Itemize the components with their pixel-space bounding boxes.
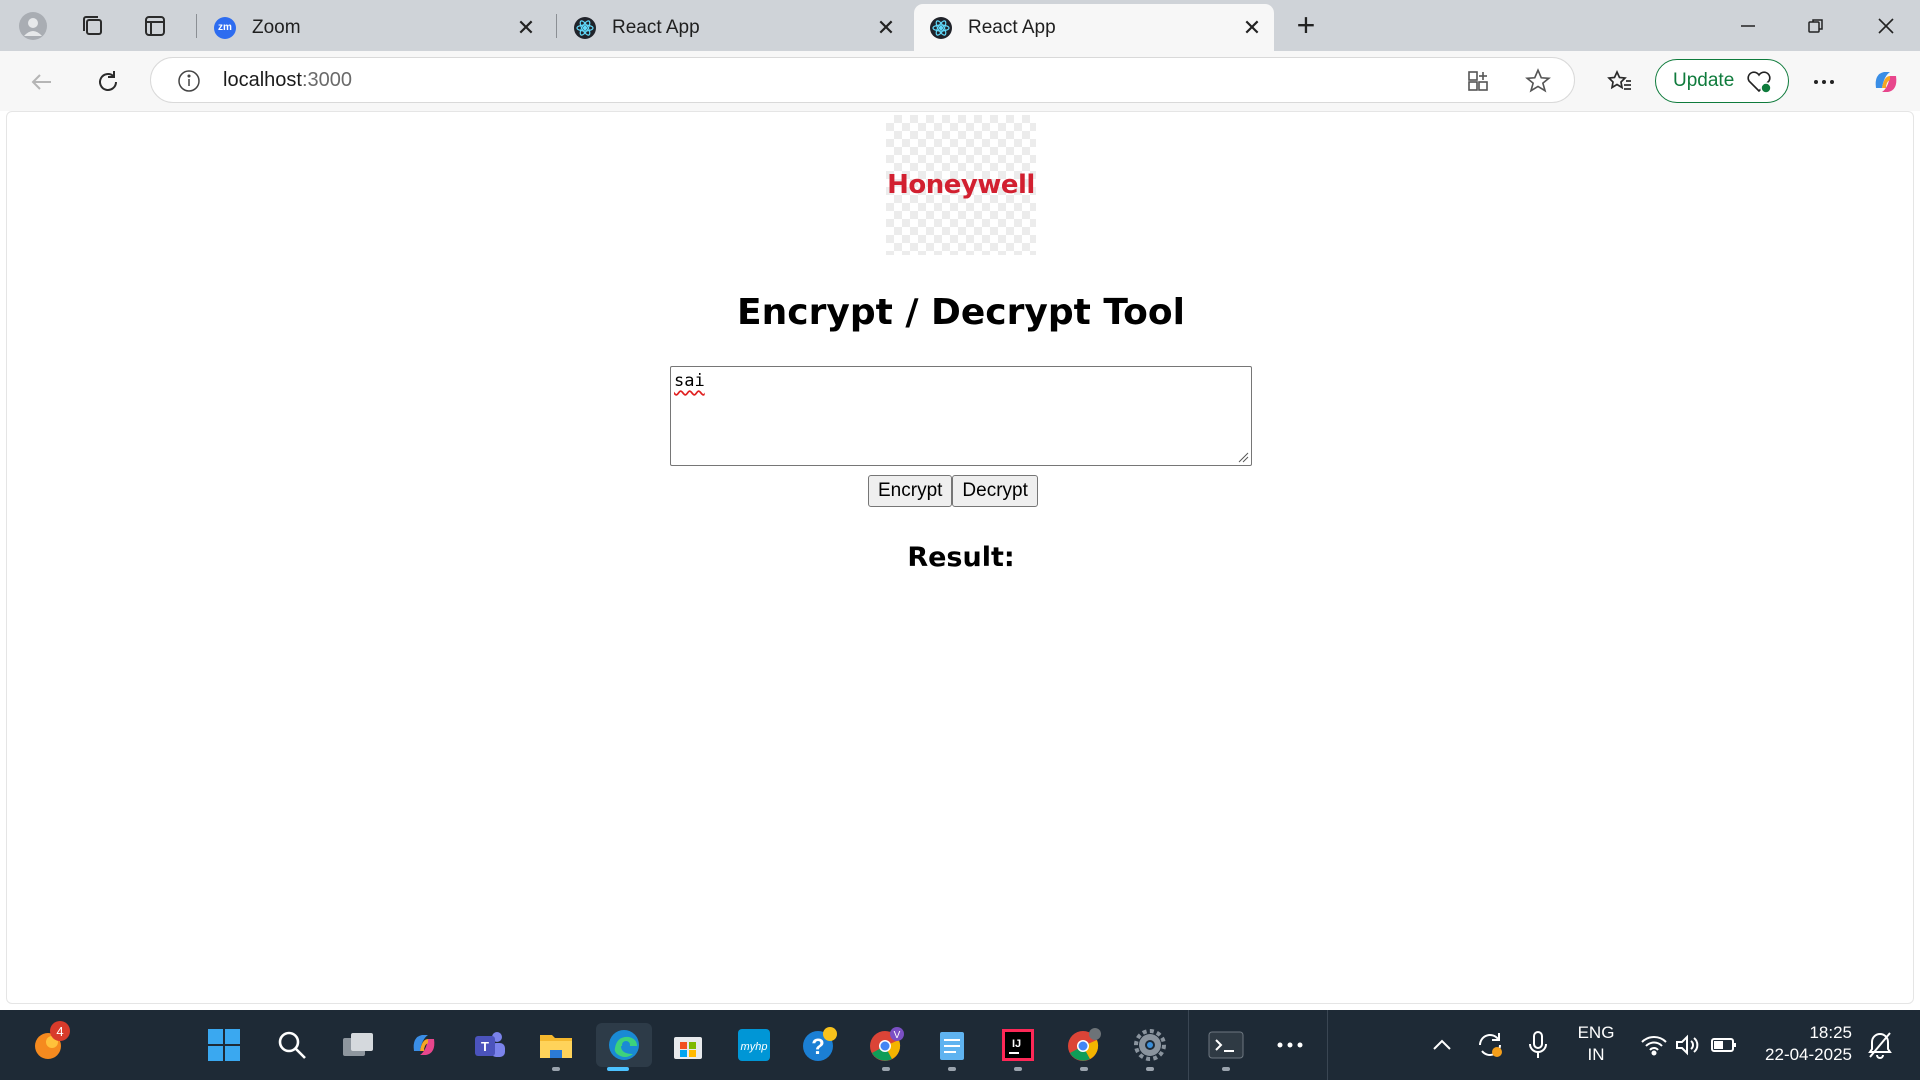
refresh-icon[interactable] — [90, 64, 126, 100]
browser-toolbar: localhost:3000 Update — [0, 51, 1920, 111]
tab-react-app-2[interactable]: React App ✕ — [914, 4, 1274, 51]
search-icon[interactable] — [270, 1023, 314, 1067]
close-tab-icon[interactable]: ✕ — [514, 15, 538, 40]
battery-icon[interactable] — [1702, 1023, 1746, 1067]
favorites-icon[interactable] — [1602, 64, 1638, 100]
settings-icon[interactable] — [1128, 1023, 1172, 1071]
chrome-icon[interactable] — [1062, 1023, 1106, 1071]
tab-title: React App — [968, 16, 1056, 38]
more-apps-icon[interactable] — [1268, 1023, 1312, 1067]
decrypt-button[interactable]: Decrypt — [952, 475, 1038, 507]
svg-text:IJ: IJ — [1012, 1038, 1021, 1050]
intellij-icon[interactable]: IJ — [996, 1023, 1040, 1071]
minimize-icon[interactable] — [1728, 6, 1768, 46]
react-icon — [930, 16, 952, 39]
start-icon[interactable] — [202, 1023, 246, 1067]
language-region: IN — [1587, 1045, 1605, 1064]
url-host: localhost — [223, 69, 302, 91]
text-input[interactable]: sai — [670, 366, 1252, 466]
action-buttons: Encrypt Decrypt — [868, 475, 1038, 507]
tab-actions-icon[interactable] — [138, 9, 172, 43]
more-options-icon[interactable] — [1806, 64, 1842, 100]
notepad-icon[interactable] — [930, 1023, 974, 1071]
terminal-icon[interactable] — [1204, 1023, 1248, 1071]
tab-title: Zoom — [252, 16, 301, 38]
back-icon[interactable] — [24, 64, 60, 100]
react-icon — [574, 16, 596, 39]
edge-icon[interactable] — [596, 1023, 652, 1071]
url-port: :3000 — [301, 69, 352, 91]
page-viewport: Honeywell Encrypt / Decrypt Tool sai Enc… — [6, 111, 1914, 1004]
weather-widget-icon[interactable]: 4 — [26, 1021, 70, 1067]
text-input-value: sai — [674, 371, 705, 391]
language-code: ENG — [1577, 1023, 1615, 1042]
copilot-taskbar-icon[interactable] — [402, 1023, 446, 1067]
clock-time: 18:25 — [1809, 1023, 1852, 1042]
workspaces-icon[interactable] — [76, 9, 110, 43]
favorite-star-icon[interactable] — [1525, 68, 1551, 94]
file-explorer-icon[interactable] — [534, 1023, 578, 1071]
microphone-icon[interactable] — [1516, 1023, 1560, 1067]
app-available-icon[interactable] — [1465, 68, 1491, 94]
close-window-icon[interactable] — [1866, 6, 1906, 46]
tab-title: React App — [612, 16, 700, 38]
tab-zoom[interactable]: zm Zoom ✕ — [198, 4, 548, 51]
myhp-icon[interactable]: myhp — [732, 1023, 776, 1067]
notification-badge: 4 — [50, 1021, 70, 1041]
browser-tab-bar: zm Zoom ✕ React App ✕ React App ✕ + — [0, 0, 1920, 51]
close-tab-icon[interactable]: ✕ — [874, 15, 898, 40]
new-tab-button[interactable]: + — [1290, 9, 1322, 42]
sync-icon[interactable] — [1468, 1023, 1512, 1067]
clock[interactable]: 18:25 22-04-2025 — [1756, 1022, 1852, 1066]
copilot-icon[interactable] — [1868, 64, 1904, 100]
windows-taskbar: 4 T myhp ? V IJ ENG IN 18:25 22-04-2025 — [0, 1010, 1920, 1080]
get-help-icon[interactable]: ? — [798, 1023, 842, 1067]
show-hidden-icons-chevron-up-icon[interactable] — [1420, 1023, 1464, 1067]
svg-text:?: ? — [811, 1034, 824, 1059]
restore-icon[interactable] — [1796, 6, 1836, 46]
update-button[interactable]: Update — [1655, 59, 1789, 103]
close-tab-icon[interactable]: ✕ — [1240, 15, 1264, 40]
tab-react-app-1[interactable]: React App ✕ — [558, 4, 908, 51]
profile-icon[interactable] — [16, 9, 50, 43]
result-heading: Result: — [907, 542, 1015, 573]
update-label: Update — [1673, 70, 1735, 91]
teams-icon[interactable]: T — [468, 1023, 512, 1067]
microsoft-store-icon[interactable] — [666, 1023, 710, 1067]
resize-handle-icon[interactable] — [1237, 451, 1249, 463]
language-indicator[interactable]: ENG IN — [1574, 1022, 1618, 1066]
task-view-icon[interactable] — [336, 1023, 380, 1067]
honeywell-logo: Honeywell — [886, 115, 1036, 255]
url-text[interactable]: localhost:3000 — [223, 69, 352, 92]
svg-text:myhp: myhp — [741, 1041, 768, 1053]
clock-date: 22-04-2025 — [1765, 1045, 1852, 1064]
notification-center-icon[interactable] — [1858, 1023, 1902, 1067]
browser-health-icon — [1746, 70, 1772, 99]
address-bar[interactable]: localhost:3000 — [150, 57, 1575, 103]
svg-text:T: T — [481, 1039, 489, 1054]
site-info-icon[interactable] — [177, 69, 201, 93]
zoom-icon: zm — [214, 16, 236, 39]
logo-text: Honeywell — [887, 170, 1035, 200]
encrypt-button[interactable]: Encrypt — [868, 475, 953, 507]
chrome-profile-icon[interactable]: V — [864, 1023, 908, 1071]
svg-text:V: V — [894, 1030, 901, 1041]
page-title: Encrypt / Decrypt Tool — [737, 292, 1185, 333]
